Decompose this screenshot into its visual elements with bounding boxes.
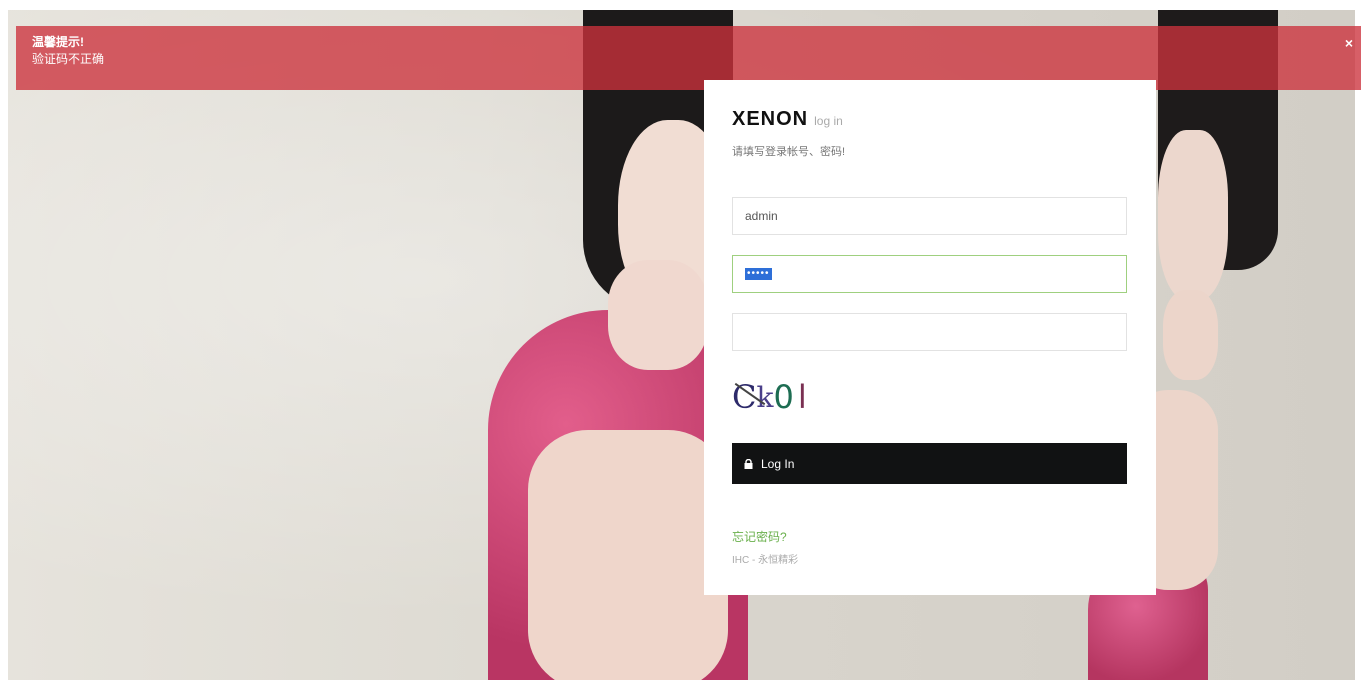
forgot-password-link[interactable]: 忘记密码?: [732, 528, 1128, 545]
username-field[interactable]: [732, 197, 1127, 235]
captcha-char: k: [756, 380, 774, 414]
captcha-char: 0: [773, 378, 794, 416]
captcha-field[interactable]: [732, 313, 1127, 351]
alert-title: 温馨提示!: [32, 35, 84, 49]
login-hint: 请填写登录帐号、密码!: [732, 146, 846, 158]
error-alert: 温馨提示! 验证码不正确 ×: [16, 26, 1361, 90]
lock-icon: [744, 458, 753, 469]
alert-message: 验证码不正确: [32, 52, 105, 66]
captcha-image[interactable]: C k 0 l: [732, 378, 832, 416]
login-card: XENON log in 请填写登录帐号、密码! ••••• C k 0 l L…: [704, 80, 1156, 595]
login-button[interactable]: Log In: [732, 443, 1127, 484]
logo: XENON: [732, 108, 809, 130]
logo-subtitle: log in: [814, 114, 843, 128]
password-field[interactable]: •••••: [732, 255, 1127, 293]
brand: XENON log in: [732, 108, 1128, 131]
password-mask: •••••: [745, 268, 772, 280]
login-button-label: Log In: [761, 456, 795, 471]
footer-note: IHC - 永恒精彩: [732, 555, 799, 566]
captcha-char: l: [797, 378, 807, 416]
close-icon[interactable]: ×: [1345, 36, 1353, 50]
